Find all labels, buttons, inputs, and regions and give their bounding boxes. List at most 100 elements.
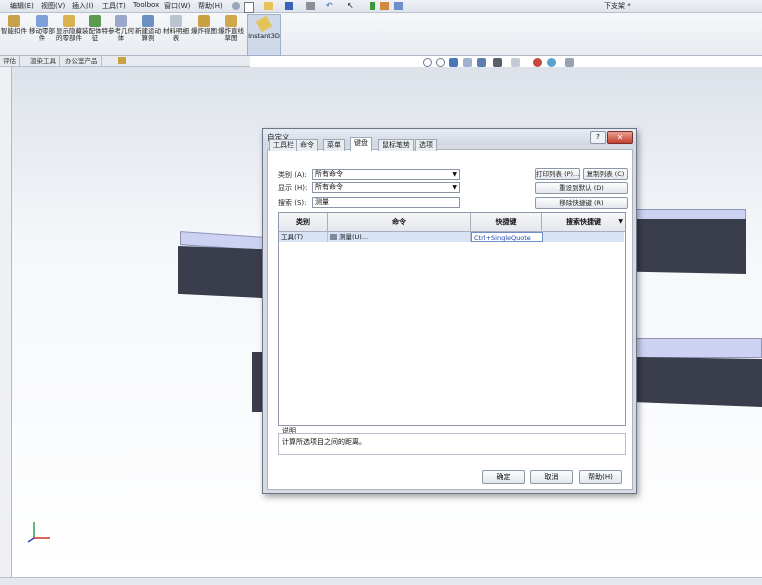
exploded-view-button[interactable]: 爆炸视图 bbox=[190, 15, 218, 53]
zoom-to-fit-icon[interactable] bbox=[423, 58, 432, 67]
save-icon[interactable] bbox=[285, 2, 293, 10]
column-header-shortcut[interactable]: 快捷键 bbox=[471, 213, 542, 232]
tab-mouse-gestures[interactable]: 鼠标笔势 bbox=[378, 139, 414, 151]
chevron-down-icon: ▼ bbox=[452, 171, 457, 178]
tab-menus[interactable]: 菜单 bbox=[323, 139, 345, 151]
column-header-category[interactable]: 类别 bbox=[279, 213, 328, 232]
category-select[interactable]: 所有命令 ▼ bbox=[312, 169, 460, 180]
remove-shortcut-button[interactable]: 移除快捷键 (R) bbox=[535, 197, 628, 209]
tab-options[interactable]: 选项 bbox=[415, 139, 437, 151]
cell-category: 工具(T) bbox=[279, 232, 328, 242]
cell-search-shortcut bbox=[542, 232, 624, 242]
command-manager-ribbon: 智能扣件 移动零部件 显示隐藏的零部件 装配体特征 参考几何体 新建运动算例 材… bbox=[0, 13, 762, 56]
move-component-icon bbox=[36, 15, 48, 27]
select-icon[interactable]: ↖ bbox=[347, 1, 354, 10]
explode-line-icon bbox=[225, 15, 237, 27]
category-label: 类别 (A): bbox=[278, 171, 307, 179]
command-tabs: 评估 渲染工具 办公室产品 bbox=[0, 56, 250, 67]
reference-geometry-icon bbox=[115, 15, 127, 27]
triad-icon bbox=[27, 522, 50, 543]
tab-render-tools[interactable]: 渲染工具 bbox=[27, 56, 60, 66]
section-view-icon[interactable] bbox=[463, 58, 472, 67]
tab-evaluate[interactable]: 评估 bbox=[0, 56, 20, 66]
feature-manager-collapsed[interactable] bbox=[0, 67, 12, 577]
description-text: 计算所选项目之间的距离。 bbox=[282, 438, 366, 446]
previous-view-icon[interactable] bbox=[449, 58, 458, 67]
close-button[interactable]: ✕ bbox=[607, 131, 633, 144]
show-select[interactable]: 所有命令 ▼ bbox=[312, 182, 460, 193]
menu-window[interactable]: 窗口(W) bbox=[164, 1, 190, 11]
column-header-search-shortcut[interactable]: 搜索快捷键 ▼ bbox=[542, 213, 625, 232]
menu-edit[interactable]: 编辑(E) bbox=[10, 1, 34, 11]
scene-icon[interactable] bbox=[547, 58, 556, 67]
bom-icon bbox=[170, 15, 182, 27]
show-hidden-components-button[interactable]: 显示隐藏的零部件 bbox=[55, 15, 83, 53]
table-row[interactable]: 工具(T) 测量(U)... Ctrl+SingleQuote bbox=[279, 232, 624, 242]
customize-dialog: 自定义 ? ✕ 工具栏 命令 菜单 键盘 鼠标笔势 选项 类别 (A): 所有命… bbox=[262, 128, 637, 494]
beam-side-face bbox=[636, 219, 746, 274]
file-properties-icon[interactable] bbox=[380, 2, 389, 10]
shortcut-table[interactable]: 类别 命令 快捷键 搜索快捷键 ▼ 工具(T) 测量(U)... Ctrl+Si… bbox=[278, 212, 626, 426]
column-header-command[interactable]: 命令 bbox=[328, 213, 471, 232]
print-icon[interactable] bbox=[306, 2, 315, 10]
new-motion-study-button[interactable]: 新建运动算例 bbox=[134, 15, 162, 53]
undo-icon[interactable]: ↶ bbox=[326, 1, 333, 10]
assembly-features-icon bbox=[89, 15, 101, 27]
measure-icon bbox=[330, 234, 337, 240]
fastener-icon bbox=[8, 15, 20, 27]
move-component-button[interactable]: 移动零部件 bbox=[28, 15, 56, 53]
cell-command: 测量(U)... bbox=[328, 232, 471, 242]
smart-fasteners-button[interactable]: 智能扣件 bbox=[0, 15, 28, 53]
pin-icon[interactable] bbox=[232, 2, 240, 10]
search-label: 搜索 (S): bbox=[278, 199, 307, 207]
bill-of-materials-button[interactable]: 材料明细表 bbox=[162, 15, 190, 53]
show-label: 显示 (H): bbox=[278, 184, 308, 192]
help-button[interactable]: ? bbox=[590, 131, 606, 144]
view-orientation-icon[interactable] bbox=[477, 58, 486, 67]
view-settings-icon[interactable] bbox=[565, 58, 574, 67]
instant3d-button[interactable]: Instant3D bbox=[247, 14, 281, 56]
beam-top-face bbox=[632, 338, 762, 358]
copy-list-button[interactable]: 复制列表 (C) bbox=[583, 168, 628, 180]
menu-view[interactable]: 视图(V) bbox=[41, 1, 65, 11]
menu-tools[interactable]: 工具(T) bbox=[102, 1, 126, 11]
help-dialog-button[interactable]: 帮助(H) bbox=[579, 470, 622, 484]
exploded-view-icon bbox=[198, 15, 210, 27]
beam-side-face bbox=[632, 357, 762, 407]
tab-toolbars[interactable]: 工具栏 bbox=[269, 139, 298, 151]
ok-button[interactable]: 确定 bbox=[482, 470, 525, 484]
reference-geometry-button[interactable]: 参考几何体 bbox=[107, 15, 135, 53]
rebuild-icon[interactable] bbox=[370, 2, 375, 10]
reset-to-default-button[interactable]: 重设到默认 (D) bbox=[535, 182, 628, 194]
description-box: 计算所选项目之间的距离。 bbox=[278, 433, 626, 455]
tab-office-products[interactable]: 办公室产品 bbox=[62, 56, 102, 66]
tab-options-icon[interactable] bbox=[118, 57, 126, 64]
print-list-button[interactable]: 打印列表 (P)... bbox=[535, 168, 580, 180]
hide-show-icon[interactable] bbox=[511, 58, 520, 67]
instant3d-icon bbox=[255, 15, 273, 33]
new-document-icon[interactable] bbox=[244, 2, 254, 13]
assembly-features-button[interactable]: 装配体特征 bbox=[81, 15, 109, 53]
options-icon[interactable] bbox=[394, 2, 403, 10]
motion-study-icon bbox=[142, 15, 154, 27]
display-style-icon[interactable] bbox=[493, 58, 502, 67]
menu-toolbox[interactable]: Toolbox bbox=[133, 1, 159, 9]
dialog-titlebar[interactable]: 自定义 ? ✕ bbox=[263, 129, 636, 145]
chevron-down-icon: ▼ bbox=[618, 218, 623, 225]
cancel-button[interactable]: 取消 bbox=[530, 470, 573, 484]
menu-insert[interactable]: 插入(I) bbox=[72, 1, 94, 11]
tab-commands[interactable]: 命令 bbox=[296, 139, 318, 151]
cell-shortcut-input[interactable]: Ctrl+SingleQuote bbox=[471, 232, 543, 242]
menu-help[interactable]: 帮助(H) bbox=[198, 1, 223, 11]
beam-side-face bbox=[178, 246, 262, 298]
tab-keyboard[interactable]: 键盘 bbox=[350, 137, 372, 151]
open-folder-icon[interactable] bbox=[264, 2, 273, 10]
show-hidden-icon bbox=[63, 15, 75, 27]
menu-bar: 编辑(E) 视图(V) 插入(I) 工具(T) Toolbox 窗口(W) 帮助… bbox=[0, 0, 762, 13]
zoom-icon[interactable] bbox=[436, 58, 445, 67]
document-title: 下支架 * bbox=[604, 2, 631, 10]
search-input[interactable]: 测量 bbox=[312, 197, 460, 208]
chevron-down-icon: ▼ bbox=[452, 184, 457, 191]
appearance-icon[interactable] bbox=[533, 58, 542, 67]
explode-line-sketch-button[interactable]: 爆炸直线草图 bbox=[217, 15, 245, 53]
